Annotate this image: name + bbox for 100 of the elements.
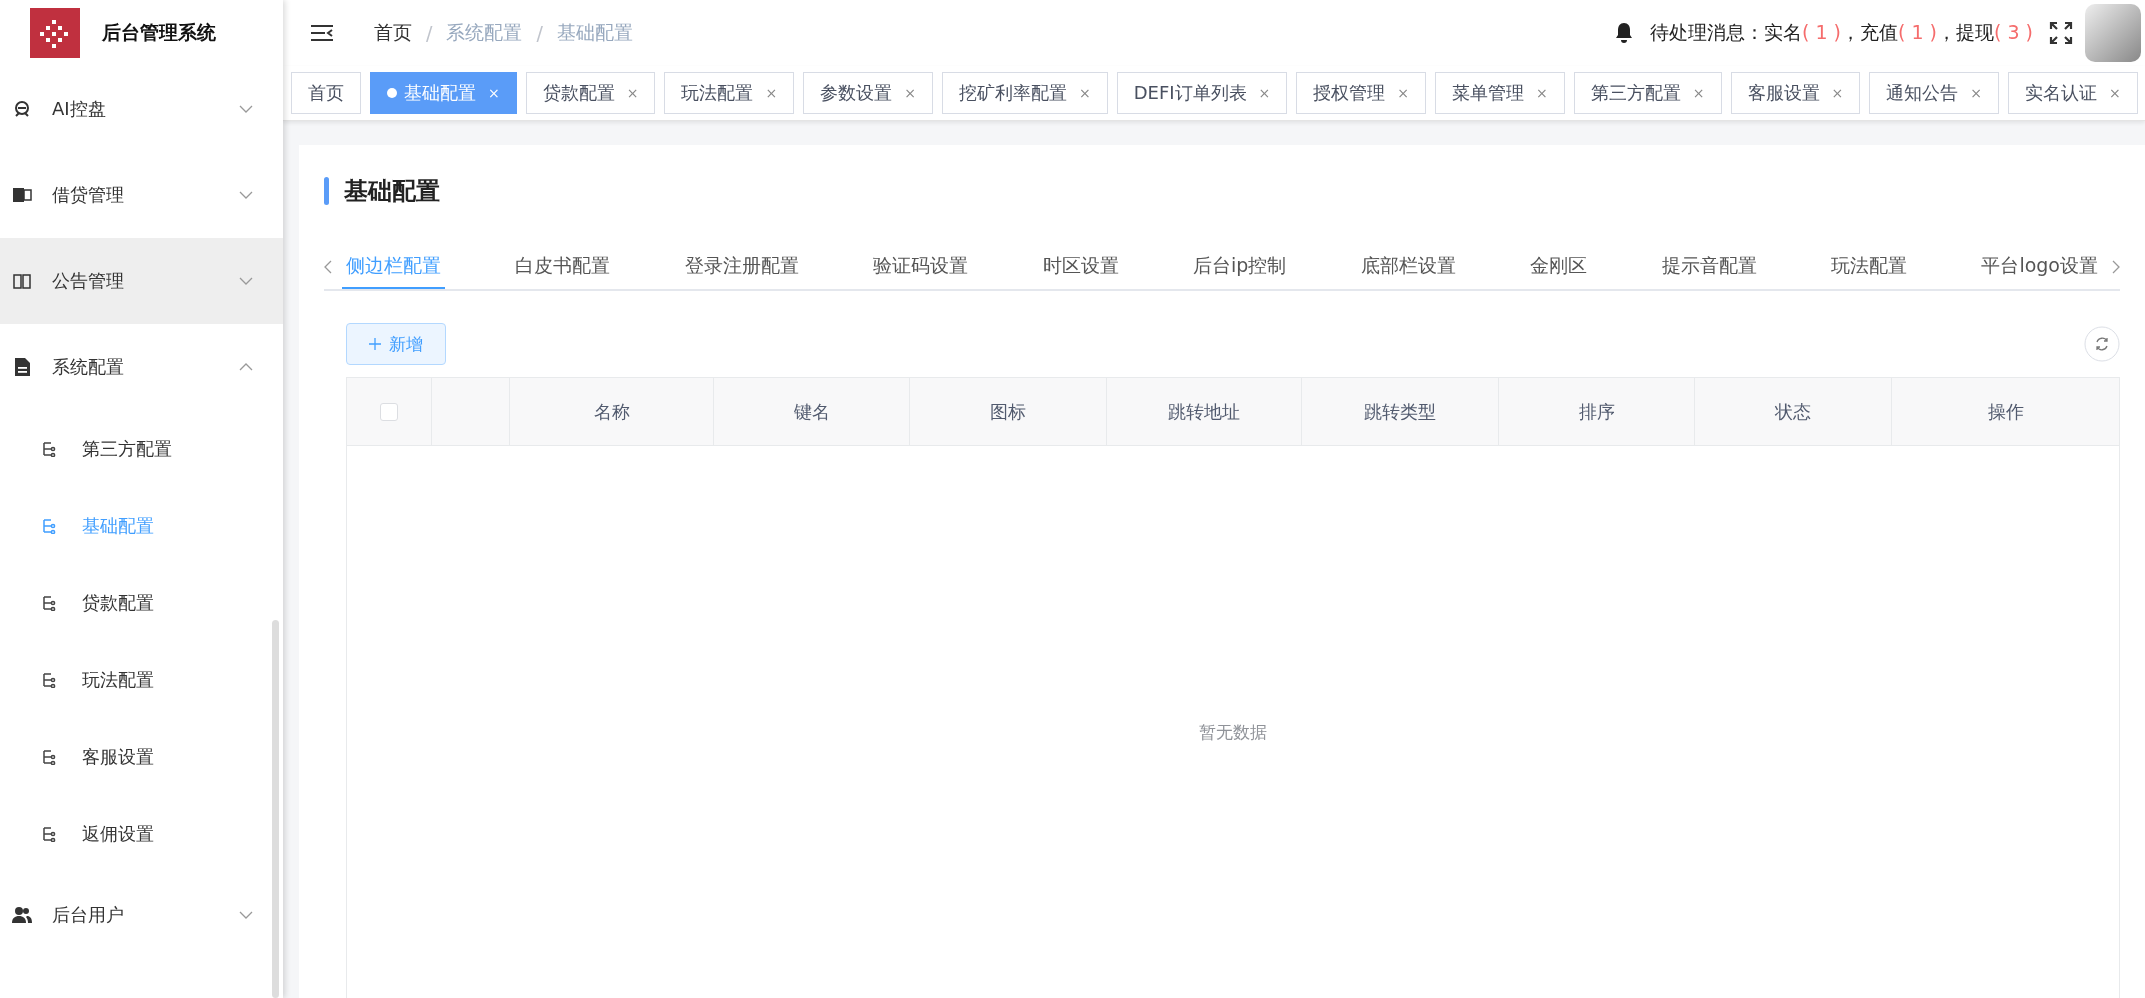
sidebar-menu-item[interactable]: 借贷管理	[0, 152, 283, 238]
page-tag[interactable]: 客服设置 ×	[1730, 72, 1861, 114]
tag-close-button[interactable]: ×	[1536, 85, 1548, 101]
sidebar-menu-item[interactable]: 后台用户	[0, 872, 283, 958]
title-marker	[324, 177, 329, 205]
sidebar-submenu-item[interactable]: 第三方配置	[0, 410, 283, 487]
column-header: 跳转类型	[1364, 399, 1436, 424]
menu-icon	[12, 99, 32, 119]
page-tag[interactable]: 实名认证 ×	[2008, 72, 2138, 114]
page-tag[interactable]: 第三方配置 ×	[1573, 72, 1722, 114]
menu-icon	[12, 185, 32, 205]
tag-label: 首页	[308, 81, 344, 105]
tag-close-button[interactable]: ×	[1831, 85, 1844, 101]
pending-messages-text[interactable]: 待处理消息：实名( 1 )，充值( 1 )，提现( 3 )	[1650, 20, 2033, 46]
tag-close-button[interactable]: ×	[1397, 85, 1410, 101]
chevron-icon	[239, 911, 253, 919]
settings-tab[interactable]: 底部栏设置	[1356, 245, 1460, 289]
chevron-icon	[239, 191, 253, 199]
settings-tab[interactable]: 提示音配置	[1657, 245, 1761, 289]
breadcrumb-link[interactable]: 首页	[374, 20, 412, 46]
menu-icon	[12, 905, 32, 925]
column-header: 键名	[793, 399, 830, 424]
tag-label: 实名认证	[2025, 81, 2097, 105]
tree-icon	[42, 748, 56, 765]
settings-tab[interactable]: 后台ip控制	[1189, 245, 1291, 289]
tag-label: 挖矿利率配置	[958, 81, 1067, 105]
tree-icon	[42, 594, 56, 611]
tag-label: 贷款配置	[542, 81, 615, 105]
tag-label: 客服设置	[1747, 81, 1820, 105]
tag-label: 基础配置	[404, 81, 476, 105]
tag-close-button[interactable]: ×	[904, 85, 916, 101]
page-title: 基础配置	[344, 176, 440, 207]
tag-label: 通知公告	[1886, 81, 1959, 105]
tree-icon	[42, 671, 56, 688]
page-tag[interactable]: 参数设置 ×	[803, 72, 933, 114]
sidebar-menu-item[interactable]: AI控盘	[0, 66, 283, 152]
sidebar-submenu-item[interactable]: 客服设置	[0, 718, 283, 795]
tag-label: 菜单管理	[1452, 81, 1525, 105]
column-header: 操作	[1987, 399, 2024, 424]
tree-icon	[42, 517, 56, 534]
column-header: 名称	[593, 399, 630, 424]
page-tag[interactable]: 菜单管理 ×	[1435, 72, 1565, 114]
tag-label: 参数设置	[820, 81, 893, 105]
page-tag[interactable]: 玩法配置 ×	[664, 72, 795, 114]
page-tag[interactable]: DEFI订单列表 ×	[1116, 72, 1288, 114]
settings-tab[interactable]: 登录注册配置	[680, 245, 803, 289]
sidebar-menu-item[interactable]: 系统配置	[0, 324, 283, 410]
chevron-icon	[239, 277, 253, 285]
tag-label: 授权管理	[1313, 81, 1386, 105]
select-all-checkbox[interactable]	[380, 402, 398, 421]
settings-tab[interactable]: 验证码设置	[869, 245, 973, 289]
tag-label: DEFI订单列表	[1133, 81, 1247, 105]
scrollbar[interactable]	[272, 620, 279, 998]
tag-close-button[interactable]: ×	[626, 85, 639, 101]
sidebar-submenu-item[interactable]: 玩法配置	[0, 641, 283, 718]
active-dot-icon	[387, 88, 397, 98]
chevron-icon	[239, 363, 253, 371]
page-tag[interactable]: 授权管理 ×	[1296, 72, 1427, 114]
column-header: 图标	[990, 399, 1026, 424]
breadcrumb-separator: /	[536, 22, 543, 44]
tag-label: 第三方配置	[1590, 81, 1681, 105]
tree-icon	[42, 825, 56, 842]
scroll-right-icon[interactable]	[2112, 260, 2120, 274]
refresh-icon[interactable]	[2084, 326, 2120, 362]
app-title: 后台管理系统	[102, 20, 216, 45]
tag-close-button[interactable]: ×	[765, 85, 778, 101]
tag-close-button[interactable]: ×	[1692, 85, 1705, 101]
page-tag[interactable]: 挖矿利率配置 ×	[941, 72, 1108, 114]
chevron-icon	[239, 105, 253, 113]
plus-icon	[369, 338, 381, 350]
settings-tab[interactable]: 平台logo设置	[1977, 245, 2102, 289]
empty-table-text: 暂无数据	[1199, 720, 1267, 744]
logo-icon	[30, 8, 80, 58]
page-tag[interactable]: 贷款配置 ×	[525, 72, 656, 114]
menu-icon	[12, 271, 32, 291]
settings-tab[interactable]: 玩法配置	[1827, 245, 1911, 289]
bell-icon[interactable]	[1614, 22, 1634, 44]
settings-tab[interactable]: 金刚区	[1526, 245, 1592, 289]
tag-close-button[interactable]: ×	[1078, 85, 1091, 101]
column-header: 状态	[1775, 399, 1811, 424]
tag-close-button[interactable]: ×	[2109, 85, 2121, 101]
tree-icon	[42, 440, 56, 457]
settings-tab[interactable]: 白皮书配置	[511, 245, 615, 289]
breadcrumb-separator: /	[426, 22, 433, 44]
page-tag[interactable]: 首页	[291, 72, 361, 114]
page-tag[interactable]: 通知公告 ×	[1869, 72, 1999, 114]
scroll-left-icon[interactable]	[324, 260, 332, 274]
menu-icon	[12, 357, 32, 377]
sidebar-menu-item[interactable]: 公告管理	[0, 238, 283, 324]
fullscreen-icon[interactable]	[2049, 21, 2073, 45]
menu-icon[interactable]	[310, 24, 334, 42]
tag-close-button[interactable]: ×	[1258, 85, 1271, 101]
avatar-photo-placeholder[interactable]	[2085, 4, 2141, 62]
sidebar-submenu-item[interactable]: 贷款配置	[0, 564, 283, 641]
sidebar-submenu-item[interactable]: 返佣设置	[0, 795, 283, 872]
tag-label: 玩法配置	[681, 81, 754, 105]
settings-tab[interactable]: 时区设置	[1038, 245, 1123, 289]
tag-close-button[interactable]: ×	[1970, 85, 1982, 101]
column-header: 跳转地址	[1168, 399, 1240, 424]
column-header: 排序	[1578, 399, 1615, 424]
